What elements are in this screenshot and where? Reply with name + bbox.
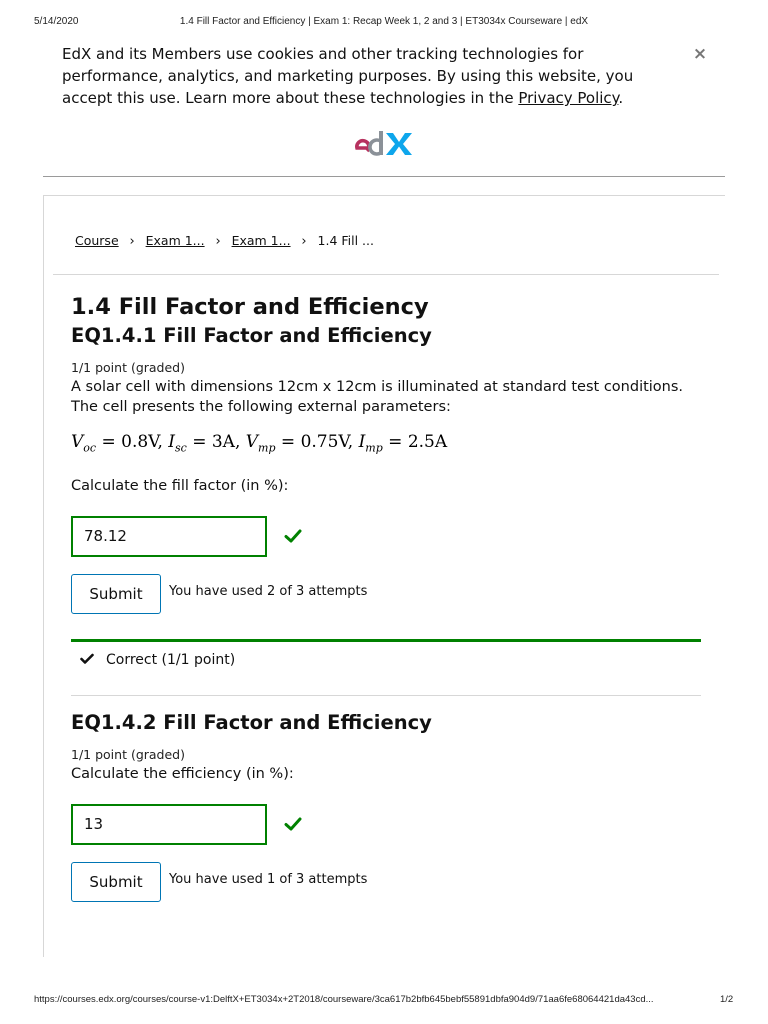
privacy-policy-link[interactable]: Privacy Policy [518,89,618,107]
voc-value: = 0.8V, [96,432,169,452]
chevron-right-icon: › [215,234,221,249]
problem-1-status-text: Correct (1/1 point) [106,652,236,668]
header-divider [43,176,725,177]
print-url: https://courses.edx.org/courses/course-v… [34,994,654,1005]
isc-value: = 3A, [186,432,246,452]
breadcrumb-exam-section[interactable]: Exam 1... [146,233,205,248]
problem-1-points: 1/1 point (graded) [71,360,185,375]
cookie-banner: EdX and its Members use cookies and othe… [62,43,662,109]
chevron-right-icon: › [301,234,307,249]
problem-2-title: EQ1.4.2 Fill Factor and Efficiency [71,711,432,734]
problem-2-question: Calculate the efficiency (in %): [71,766,294,782]
breadcrumb-exam-subsection[interactable]: Exam 1... [232,233,291,248]
close-icon[interactable]: × [690,44,710,64]
problem-1-description: A solar cell with dimensions 12cm x 12cm… [71,379,684,415]
problem-2-points: 1/1 point (graded) [71,747,185,762]
vmp-symbol: V [245,432,259,452]
print-page-title: 1.4 Fill Factor and Efficiency | Exam 1:… [179,16,589,27]
checkmark-icon [80,653,94,664]
problem-2-attempts: You have used 1 of 3 attempts [169,872,368,887]
breadcrumb-current: 1.4 Fill ... [317,233,374,248]
chevron-right-icon: › [129,234,135,249]
correct-indicator-bar [71,639,701,642]
imp-value: = 2.5A [382,432,448,452]
problem-2-submit-button[interactable]: Submit [71,862,161,902]
problem-1-attempts: You have used 2 of 3 attempts [169,584,368,599]
voc-symbol: V [71,432,84,452]
imp-subscript: mp [365,441,383,455]
isc-subscript: sc [175,441,187,455]
problem-2-answer-input[interactable]: 13 [71,804,267,845]
isc-symbol: I [168,432,175,452]
problem-1-formula: Voc = 0.8V, Isc = 3A, Vmp = 0.75V, Imp =… [71,432,447,454]
unit-title: 1.4 Fill Factor and Efficiency [71,294,429,320]
vmp-subscript: mp [258,441,276,455]
voc-subscript: oc [83,441,97,455]
problem-1-status: Correct (1/1 point) [80,652,235,668]
edx-logo-d-stem [379,131,383,155]
checkmark-icon [284,817,302,831]
checkmark-icon [284,529,302,543]
courseware-content: Course › Exam 1... › Exam 1... › 1.4 Fil… [43,195,725,957]
edx-logo-d-bowl [368,138,382,156]
breadcrumb-course[interactable]: Course [75,233,119,248]
breadcrumb: Course › Exam 1... › Exam 1... › 1.4 Fil… [75,233,374,249]
vmp-value: = 0.75V, [275,432,359,452]
print-header: 5/14/2020 1.4 Fill Factor and Efficiency… [0,16,768,30]
print-page-number: 1/2 [720,994,734,1005]
edx-logo-e [355,138,371,153]
edx-logo-x [386,133,412,155]
cookie-text-end: . [618,89,624,107]
problem-divider [71,695,701,696]
problem-1-title: EQ1.4.1 Fill Factor and Efficiency [71,324,432,347]
breadcrumb-divider [53,274,719,275]
problem-1-answer-input[interactable]: 78.12 [71,516,267,557]
problem-1-submit-button[interactable]: Submit [71,574,161,614]
problem-1-question: Calculate the fill factor (in %): [71,478,289,494]
edx-logo[interactable] [355,129,415,161]
